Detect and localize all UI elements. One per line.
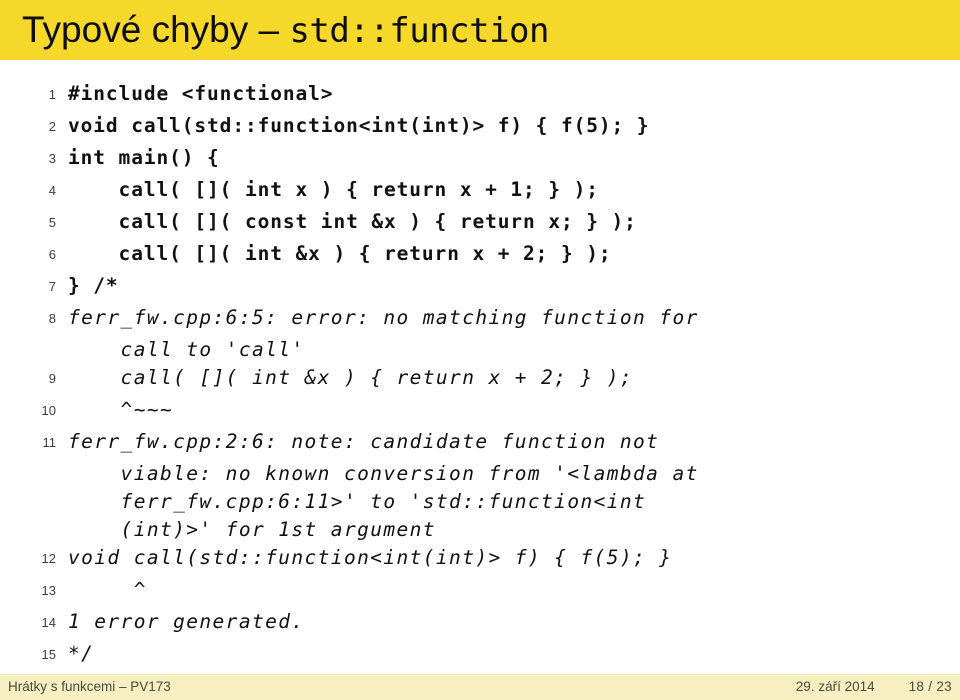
code-line: 9 call( []( int &x ) { return x + 2; } )… [0,362,960,394]
code-line-number: 4 [48,183,56,198]
code-line: 7 } /* [0,270,960,302]
code-line-number: 8 [48,311,56,326]
code-line-text: call( []( int x ) { return x + 1; } ); [68,178,599,201]
code-line: 1 #include <functional> [0,78,960,110]
code-line-number: 2 [48,119,56,134]
code-line: 10 ^~~~ [0,394,960,426]
code-line: 5 call( []( const int &x ) { return x; }… [0,206,960,238]
code-line-number: 1 [48,87,56,102]
footer-meta: 29. září 2014 18 / 23 [796,679,952,694]
code-line-text: 1 error generated. [68,610,305,633]
slide-footer: Hrátky s funkcemi – PV173 29. září 2014 1… [0,674,960,700]
code-line: 11 ferr_fw.cpp:2:6: note: candidate funct… [0,426,960,458]
code-line: 15 */ [0,638,960,670]
code-line: 8 ferr_fw.cpp:6:5: error: no matching fun… [0,302,960,334]
code-line-text: ferr_fw.cpp:2:6: note: candidate functio… [68,430,660,453]
code-line: 14 1 error generated. [0,606,960,638]
code-line-text: int main() { [68,146,220,169]
code-line-text: ferr_fw.cpp:6:5: error: no matching func… [68,306,699,329]
code-line-number: 7 [48,279,56,294]
code-line: 2 void call(std::function<int(int)> f) { … [0,110,960,142]
code-line-text: ^~~~ [68,398,174,421]
code-line: 6 call( []( int &x ) { return x + 2; } )… [0,238,960,270]
code-line-text: ^ [68,578,147,601]
code-line-number: 6 [48,247,56,262]
footer-page-number: 18 / 23 [908,679,952,694]
page-title: Typové chyby – std::function [22,3,549,58]
footer-date: 29. září 2014 [795,679,875,694]
code-line-number: 10 [41,403,56,418]
code-line-text: void call(std::function<int(int)> f) { f… [68,546,673,569]
footer-talk-title: Hrátky s funkcemi – PV173 [8,679,171,694]
code-line-text: */ [68,642,95,665]
slide: Typové chyby – std::function 1 #include <… [0,0,960,700]
code-listing: 1 #include <functional> 2 void call(std::fu… [0,60,960,674]
code-line-number: 15 [41,647,56,662]
code-line-number: 9 [48,371,56,386]
code-line-number: 11 [42,435,57,450]
code-line-text: call( []( const int &x ) { return x; } )… [68,210,637,233]
code-line: 13 ^ [0,574,960,606]
page-title-prefix: Typové chyby – [22,9,290,50]
code-line-text: } /* [68,274,119,297]
code-line-number: 3 [48,151,56,166]
code-line-text: void call(std::function<int(int)> f) { f… [68,114,650,137]
code-line: 12 void call(std::function<int(int)> f) {… [0,542,960,574]
slide-title-bar: Typové chyby – std::function [0,0,960,60]
page-title-code: std::function [289,11,549,51]
code-line-number: 13 [41,583,56,598]
code-line-number: 12 [41,551,56,566]
code-line-number: 14 [41,615,56,630]
code-line-number: 5 [48,215,56,230]
code-line-text: #include <functional> [68,82,334,105]
code-line-text: call( []( int &x ) { return x + 2; } ); [68,366,634,389]
code-line: 4 call( []( int x ) { return x + 1; } ); [0,174,960,206]
code-line: 3 int main() { [0,142,960,174]
code-line-text: call( []( int &x ) { return x + 2; } ); [68,242,612,265]
